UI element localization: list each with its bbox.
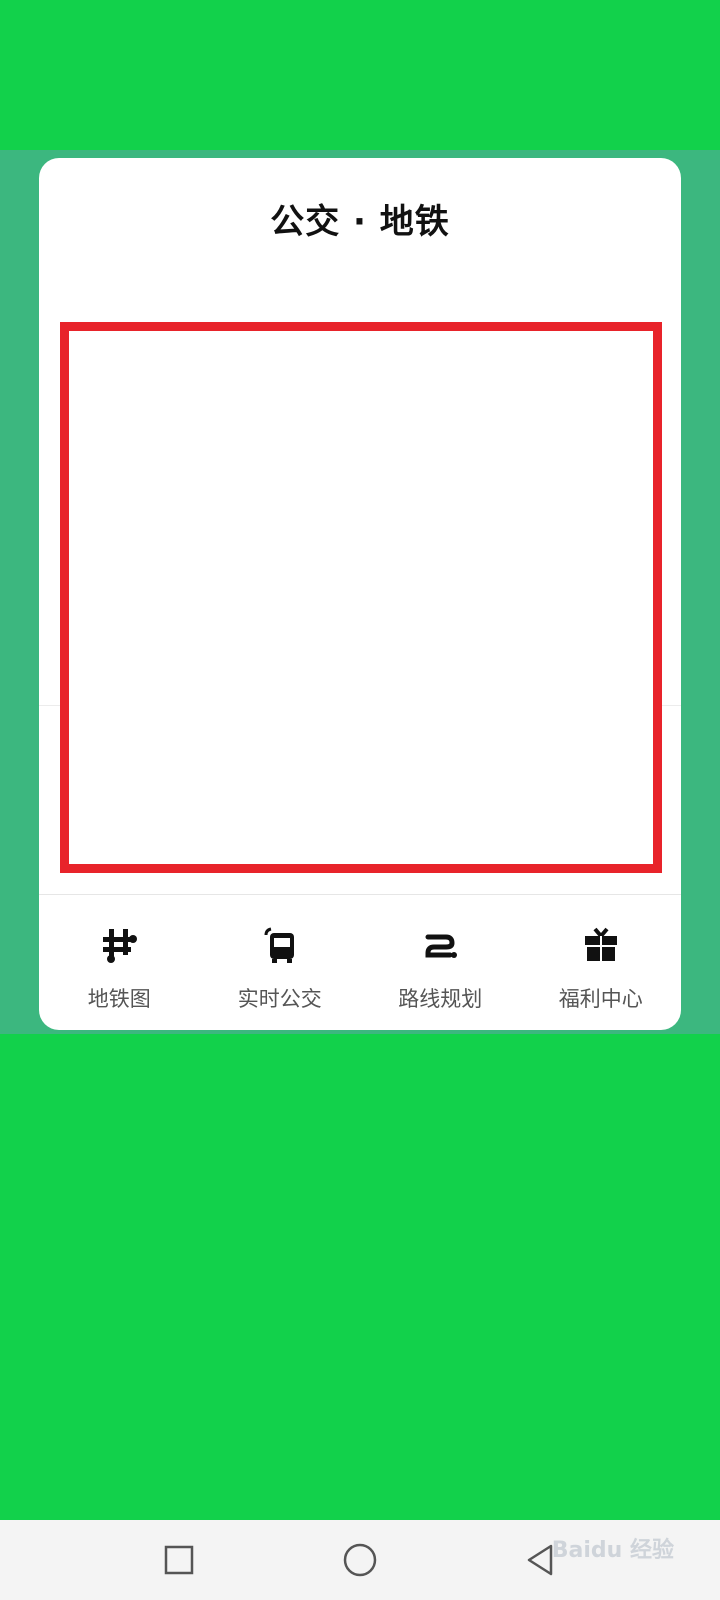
subway-map-icon bbox=[97, 923, 141, 967]
tab-label: 实时公交 bbox=[237, 987, 322, 1011]
screen: 公交 · 地铁 地铁图 实时公交 路线规划 福利中心 Baidu 经验 bbox=[0, 0, 720, 1600]
transit-card: 公交 · 地铁 地铁图 实时公交 路线规划 福利中心 bbox=[39, 158, 681, 1030]
system-nav-bar: Baidu 经验 bbox=[0, 1520, 720, 1600]
card-title: 公交 · 地铁 bbox=[270, 202, 450, 242]
tab-route-planning[interactable]: 路线规划 bbox=[360, 895, 521, 1030]
recent-apps-button[interactable] bbox=[139, 1520, 219, 1600]
watermark: Baidu 经验 bbox=[551, 1538, 674, 1563]
home-button[interactable] bbox=[320, 1520, 400, 1600]
highlight-frame bbox=[60, 322, 662, 873]
tab-subway-map[interactable]: 地铁图 bbox=[39, 895, 200, 1030]
home-icon bbox=[343, 1543, 377, 1577]
route-planning-icon bbox=[418, 923, 462, 967]
realtime-bus-icon bbox=[258, 923, 302, 967]
tab-realtime-bus[interactable]: 实时公交 bbox=[200, 895, 361, 1030]
tab-label: 福利中心 bbox=[558, 987, 643, 1011]
tab-bar: 地铁图 实时公交 路线规划 福利中心 bbox=[39, 895, 681, 1030]
tab-label: 路线规划 bbox=[398, 987, 483, 1011]
recent-apps-icon bbox=[164, 1545, 194, 1575]
tab-label: 地铁图 bbox=[87, 987, 151, 1011]
tab-welfare-center[interactable]: 福利中心 bbox=[521, 895, 682, 1030]
gift-icon bbox=[579, 923, 623, 967]
